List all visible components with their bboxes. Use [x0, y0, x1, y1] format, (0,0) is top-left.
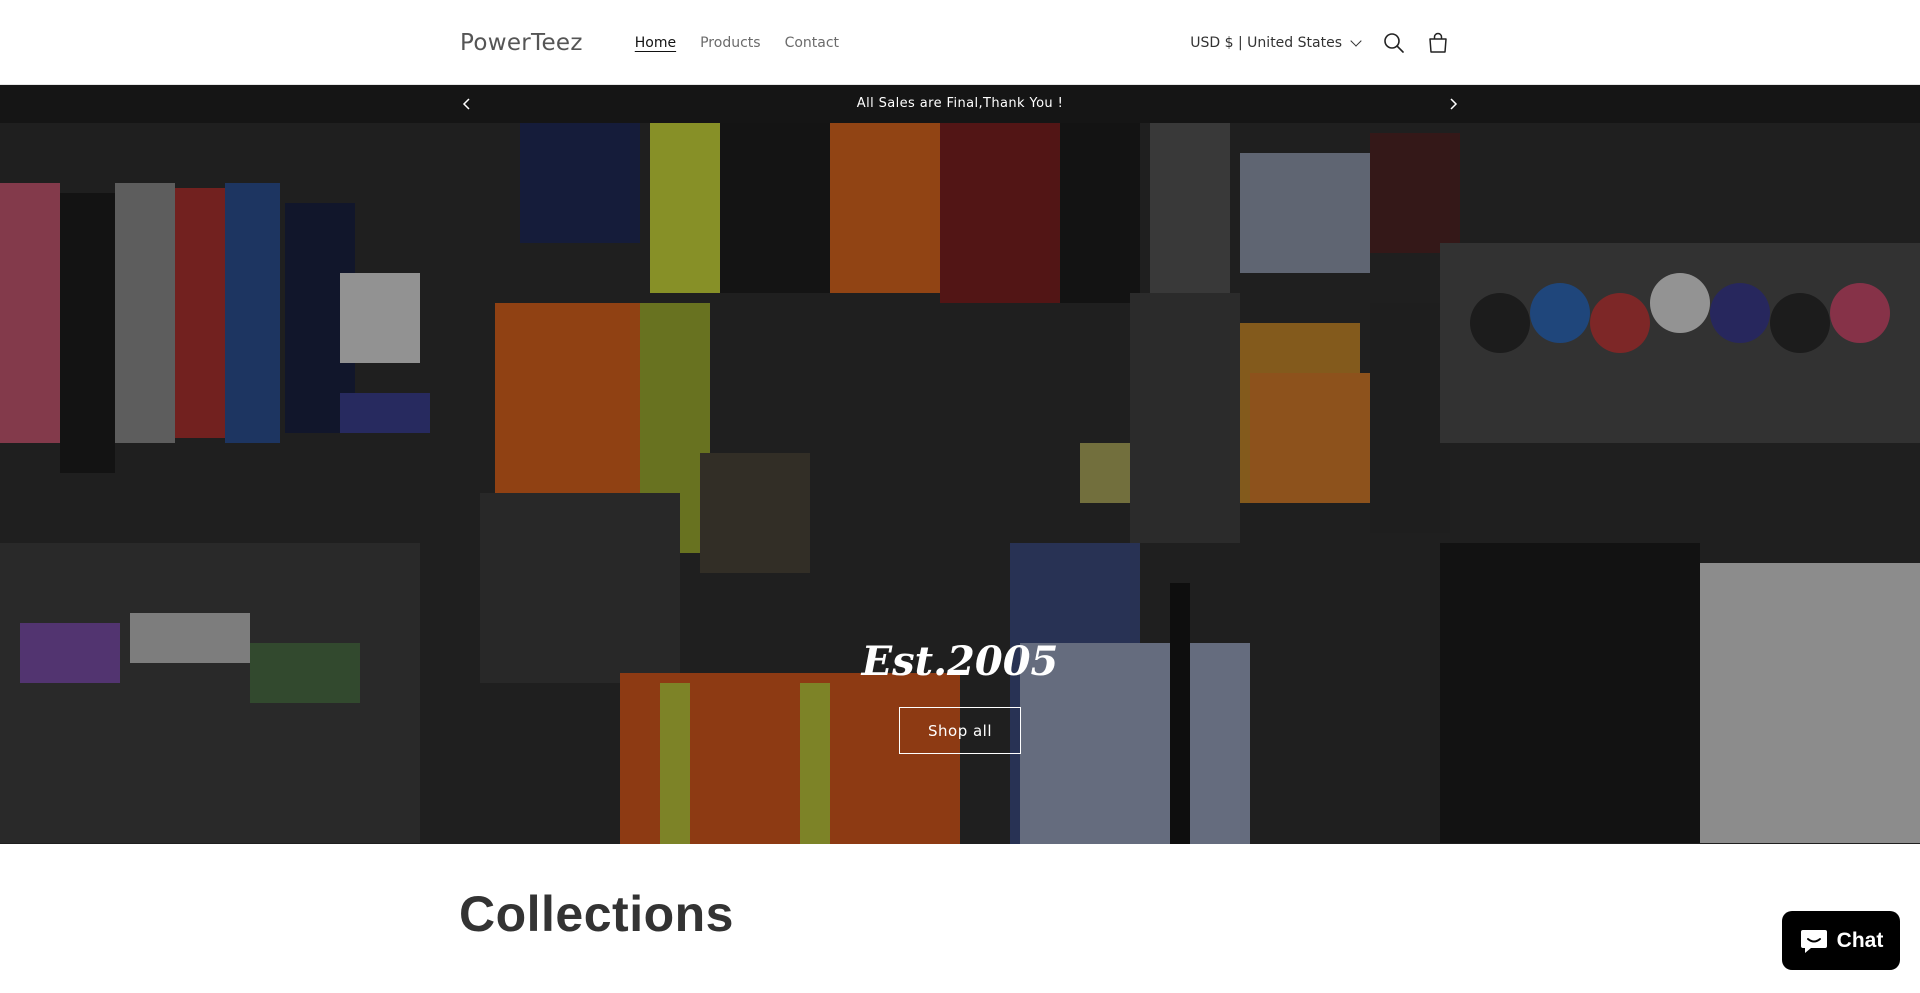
site-header: PowerTeez Home Products Contact USD $ | … [0, 0, 1920, 85]
chat-bubble-icon [1800, 929, 1827, 953]
cart-button[interactable] [1416, 21, 1460, 65]
chat-button[interactable]: Chat [1782, 911, 1900, 970]
chevron-down-icon [1350, 34, 1362, 47]
announcement-next-button[interactable] [1443, 94, 1463, 114]
chevron-right-icon [1450, 98, 1458, 110]
nav-products[interactable]: Products [688, 35, 772, 51]
nav-home[interactable]: Home [623, 35, 688, 51]
chat-label: Chat [1836, 928, 1884, 952]
hero-title: Est.2005 [861, 638, 1059, 685]
header-inner: PowerTeez Home Products Contact USD $ | … [460, 0, 1460, 85]
site-logo[interactable]: PowerTeez [460, 30, 583, 56]
search-icon [1384, 32, 1404, 53]
currency-selector[interactable]: USD $ | United States [1190, 34, 1362, 51]
main-nav: Home Products Contact [623, 35, 851, 51]
shop-all-button[interactable]: Shop all [899, 707, 1021, 754]
search-button[interactable] [1372, 21, 1416, 65]
currency-label: USD $ | United States [1190, 34, 1342, 51]
header-actions: USD $ | United States [1190, 21, 1460, 65]
collections-heading: Collections [459, 886, 734, 942]
announcement-text: All Sales are Final,Thank You ! [856, 96, 1064, 111]
chevron-left-icon [462, 98, 470, 110]
announcement-bar: All Sales are Final,Thank You ! [0, 85, 1920, 123]
nav-contact[interactable]: Contact [773, 35, 851, 51]
cart-icon [1429, 32, 1447, 53]
hero-banner: Est.2005 Shop all [0, 123, 1920, 844]
announcement-prev-button[interactable] [457, 94, 477, 114]
